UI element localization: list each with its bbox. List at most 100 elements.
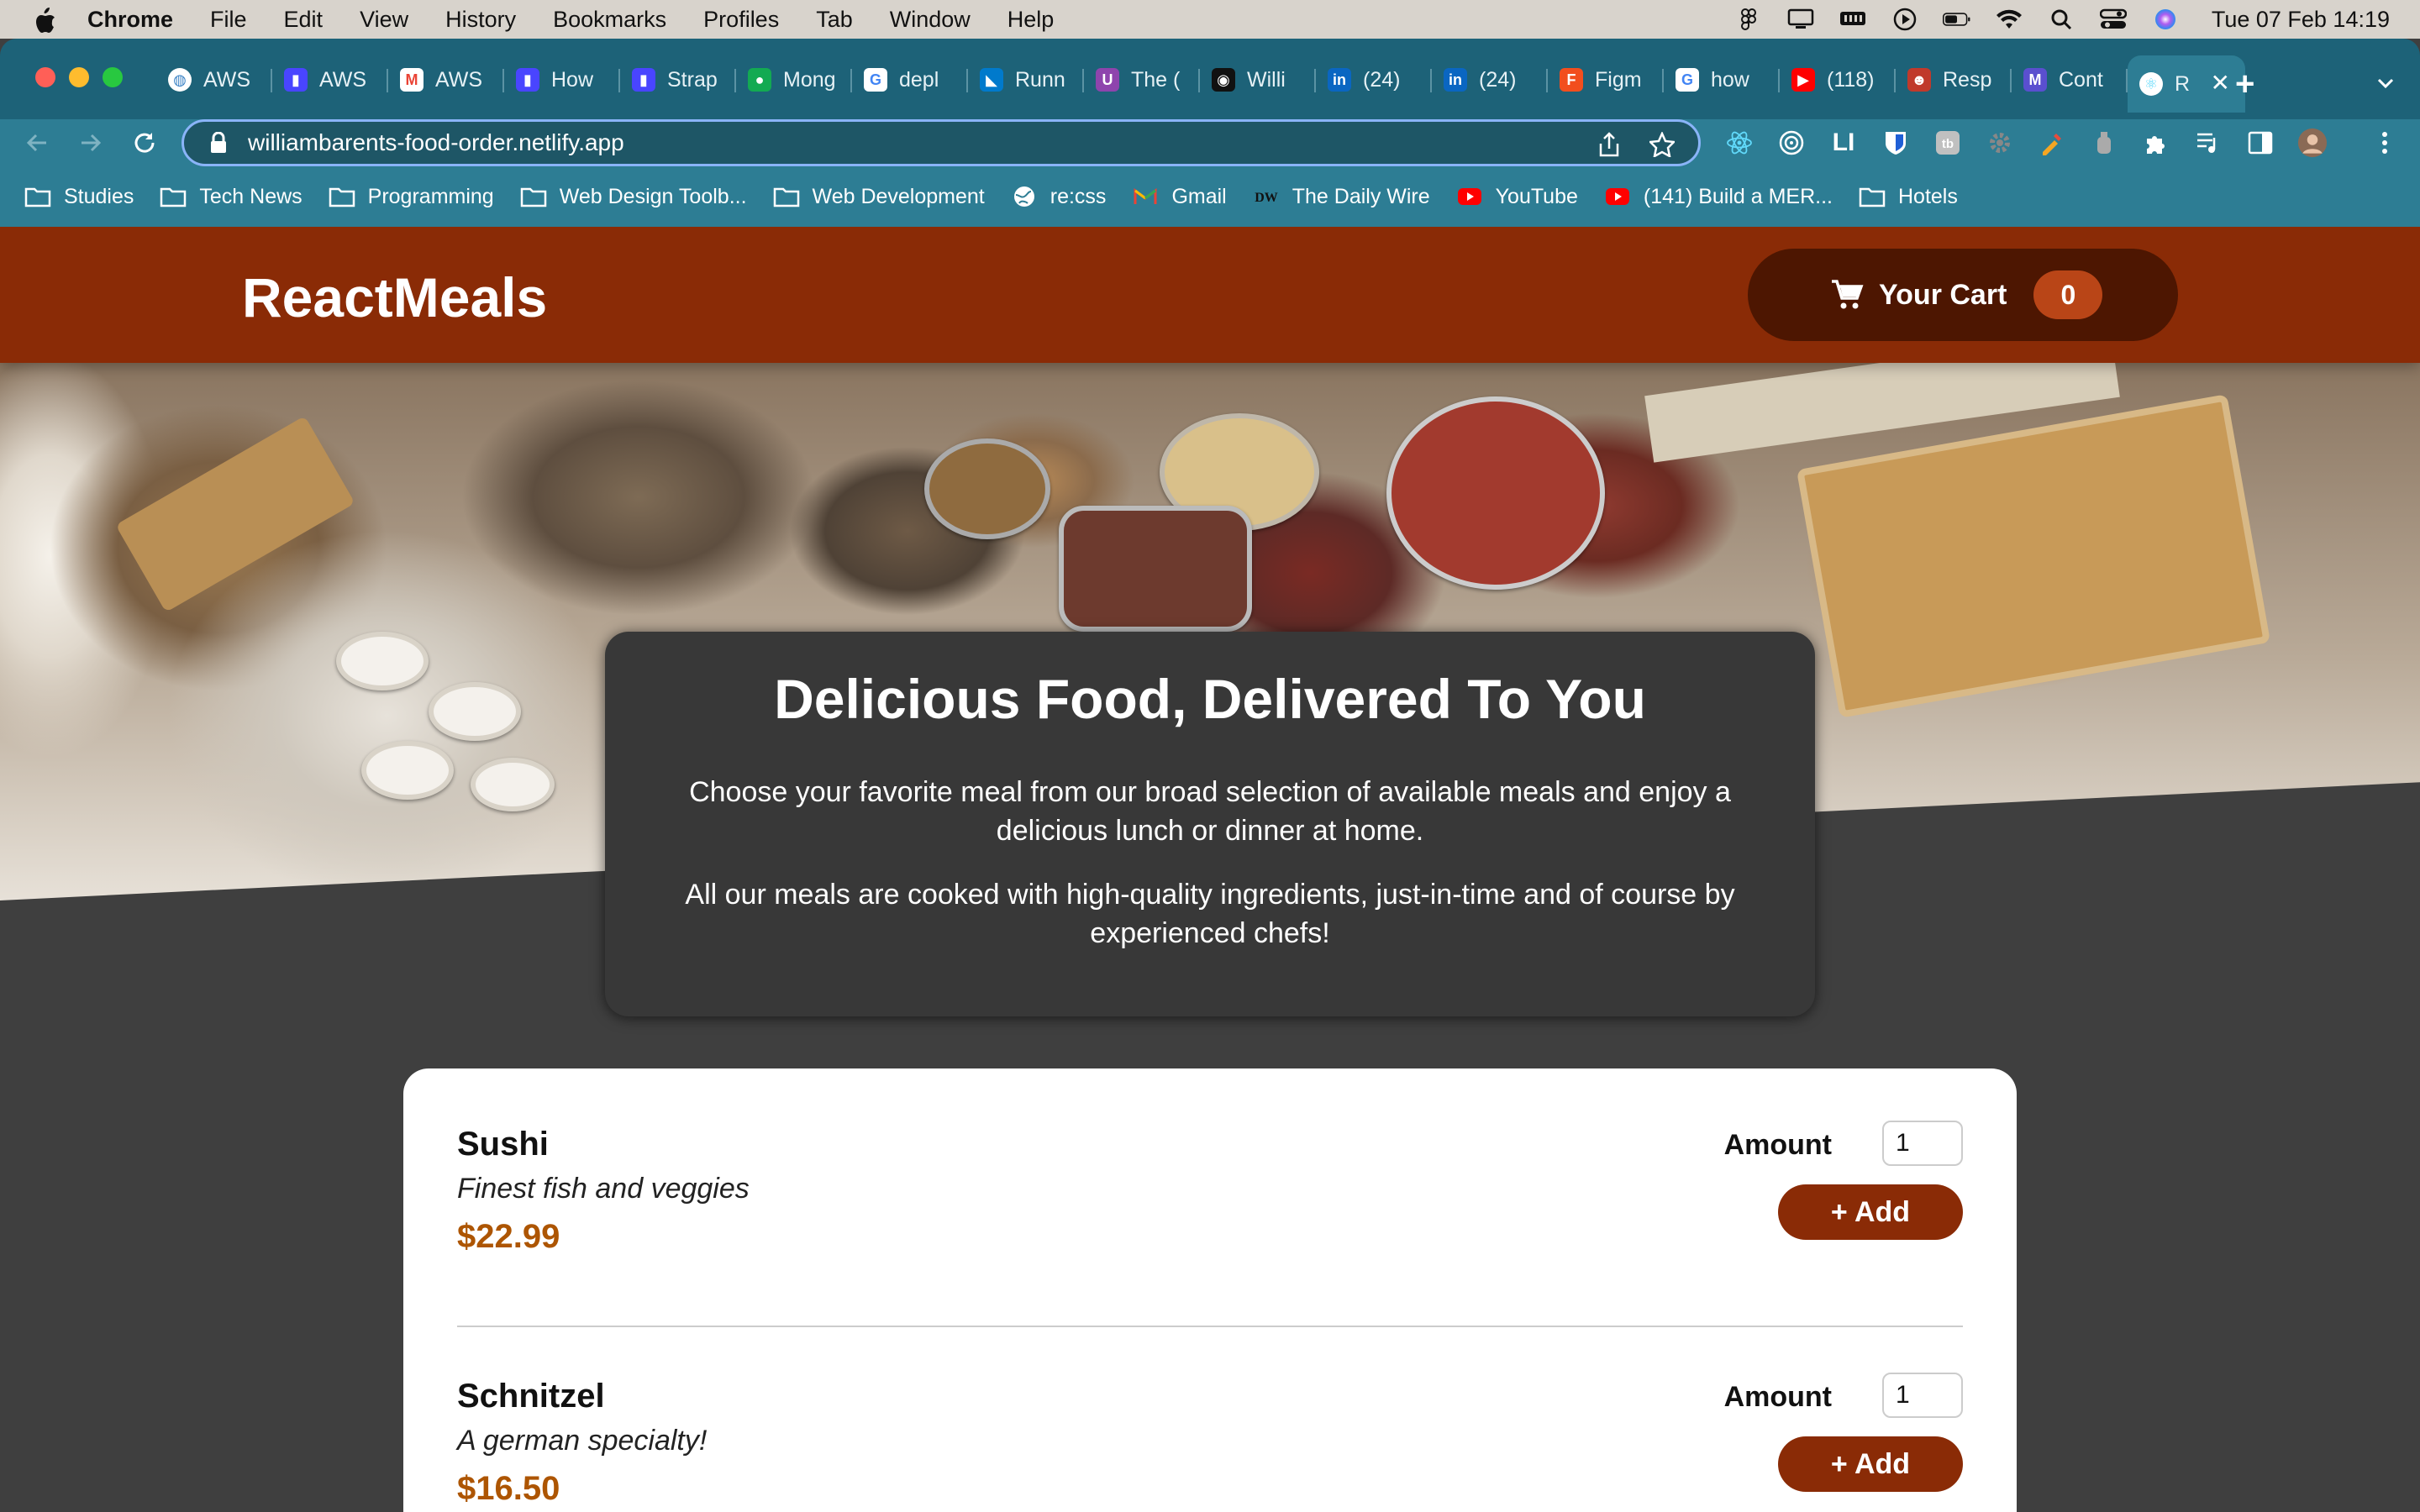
bookmark-item[interactable]: Gmail xyxy=(1131,185,1227,209)
bookmark-item[interactable]: (141) Build a MER... xyxy=(1603,185,1833,209)
tab-8[interactable]: U The ( xyxy=(1084,55,1200,104)
bookmark-item[interactable]: YouTube xyxy=(1455,185,1578,209)
li-extension-icon[interactable]: LI xyxy=(1828,128,1859,158)
bookmark-item[interactable]: Studies xyxy=(24,185,134,209)
control-center-icon[interactable] xyxy=(2099,8,2128,31)
tab-label: depl xyxy=(899,67,939,92)
bookmarks-bar: Studies Tech News Programming Web Design To… xyxy=(0,166,2420,227)
amount-input[interactable]: 1 xyxy=(1882,1373,1963,1418)
tab-14[interactable]: ▶ (118) xyxy=(1780,55,1896,104)
bookmark-item[interactable]: Hotels xyxy=(1858,185,1958,209)
battery-icon[interactable] xyxy=(1942,8,1971,31)
tab-search-chevron-icon[interactable] xyxy=(2376,74,2395,92)
cart-icon xyxy=(1830,278,1864,312)
gmail-icon xyxy=(1131,185,1160,208)
apple-icon[interactable] xyxy=(32,7,57,33)
tab-11[interactable]: in (24) xyxy=(1432,55,1548,104)
memory-icon[interactable] xyxy=(1839,8,1867,31)
menu-app-name[interactable]: Chrome xyxy=(87,7,173,33)
bookmark-star-icon[interactable] xyxy=(1648,130,1676,161)
cart-button[interactable]: Your Cart 0 xyxy=(1748,249,2178,341)
zoom-window-button[interactable] xyxy=(103,67,123,87)
tb-extension-icon[interactable]: tb xyxy=(1933,128,1963,158)
bottle-extension-icon[interactable] xyxy=(2089,128,2119,158)
menu-edit[interactable]: Edit xyxy=(284,7,324,33)
play-icon[interactable] xyxy=(1891,8,1919,31)
tab-2[interactable]: M AWS xyxy=(388,55,504,104)
summary-paragraph: All our meals are cooked with high-quali… xyxy=(685,879,1735,949)
bookmark-item[interactable]: Programming xyxy=(328,185,494,209)
tab-12[interactable]: F Figm xyxy=(1548,55,1664,104)
youtube-icon: ▶ xyxy=(1791,68,1815,92)
browser-toolbar: williambarents-food-order.netlify.app LI… xyxy=(0,119,2420,166)
address-bar[interactable]: williambarents-food-order.netlify.app xyxy=(182,119,1701,166)
display-icon[interactable] xyxy=(1786,8,1815,31)
avatar[interactable] xyxy=(2297,128,2328,158)
reload-icon[interactable] xyxy=(128,126,161,160)
tab-4[interactable]: ▮ Strap xyxy=(620,55,736,104)
platter-shape xyxy=(1386,396,1605,590)
menu-view[interactable]: View xyxy=(360,7,408,33)
tab-1[interactable]: ▮ AWS xyxy=(272,55,388,104)
google-icon: G xyxy=(864,68,887,92)
add-to-cart-button[interactable]: + Add xyxy=(1778,1184,1963,1240)
chrome-menu-icon[interactable] xyxy=(2370,128,2400,158)
tab-3[interactable]: ▮ How xyxy=(504,55,620,104)
tab-16[interactable]: M Cont xyxy=(2012,55,2128,104)
color-picker-icon[interactable] xyxy=(2037,128,2067,158)
bookmark-item[interactable]: Web Development xyxy=(772,185,985,209)
tab-10[interactable]: in (24) xyxy=(1316,55,1432,104)
menu-history[interactable]: History xyxy=(445,7,516,33)
puzzle-extensions-icon[interactable] xyxy=(2141,128,2171,158)
close-window-button[interactable] xyxy=(35,67,55,87)
menu-window[interactable]: Window xyxy=(890,7,971,33)
target-extension-icon[interactable] xyxy=(1776,128,1807,158)
media-control-icon[interactable] xyxy=(2193,128,2223,158)
siri-icon[interactable] xyxy=(2151,8,2180,31)
tab-6[interactable]: Gdepl xyxy=(852,55,968,104)
side-panel-icon[interactable] xyxy=(2245,128,2275,158)
add-to-cart-button[interactable]: + Add xyxy=(1778,1436,1963,1492)
tab-7[interactable]: ◣ Runn xyxy=(968,55,1084,104)
back-arrow-icon[interactable] xyxy=(20,126,54,160)
folder-icon xyxy=(1858,185,1886,208)
tab-label: AWS xyxy=(435,67,483,92)
bookmark-label: The Daily Wire xyxy=(1292,184,1430,208)
forward-arrow-icon[interactable] xyxy=(74,126,108,160)
menu-help[interactable]: Help xyxy=(1007,7,1055,33)
tab-15[interactable]: ☻ Resp xyxy=(1896,55,2012,104)
lock-icon[interactable] xyxy=(209,131,228,154)
search-icon[interactable] xyxy=(2047,8,2075,31)
tab-9[interactable]: ◉ Willi xyxy=(1200,55,1316,104)
meal-name: Sushi xyxy=(457,1126,549,1163)
tab-5[interactable]: ● Mong xyxy=(736,55,852,104)
menu-bookmarks[interactable]: Bookmarks xyxy=(553,7,666,33)
tab-13[interactable]: Ghow xyxy=(1664,55,1780,104)
amount-input[interactable]: 1 xyxy=(1882,1121,1963,1166)
menu-profiles[interactable]: Profiles xyxy=(703,7,779,33)
tab-0[interactable]: ◍ AWS xyxy=(156,55,272,104)
wifi-icon[interactable] xyxy=(1995,8,2023,31)
gear-icon[interactable] xyxy=(1985,128,2015,158)
bookmark-item[interactable]: Tech News xyxy=(159,185,302,209)
url-text[interactable]: williambarents-food-order.netlify.app xyxy=(248,129,624,156)
tab-17[interactable]: ⚛ R ✕ xyxy=(2128,55,2245,113)
menubar-clock[interactable]: Tue 07 Feb 14:19 xyxy=(2212,7,2390,33)
close-tab-icon[interactable]: ✕ xyxy=(2211,71,2230,95)
bitwarden-icon[interactable] xyxy=(1881,128,1911,158)
cup-shape xyxy=(429,682,521,741)
share-icon[interactable] xyxy=(1597,132,1621,161)
minimize-window-button[interactable] xyxy=(69,67,89,87)
menu-file[interactable]: File xyxy=(210,7,247,33)
bookmark-item[interactable]: Web Design Toolb... xyxy=(519,185,747,209)
globe-icon: ◍ xyxy=(168,68,192,92)
new-tab-button[interactable]: + xyxy=(2235,67,2254,101)
figma-status-icon[interactable] xyxy=(1734,8,1763,31)
menu-tab[interactable]: Tab xyxy=(816,7,853,33)
cup-shape xyxy=(471,758,555,811)
folder-icon xyxy=(159,185,187,208)
meal-price: $22.99 xyxy=(457,1218,560,1255)
bookmark-item[interactable]: DW The Daily Wire xyxy=(1252,185,1430,209)
react-devtools-icon[interactable] xyxy=(1724,128,1754,158)
bookmark-item[interactable]: re:css xyxy=(1010,185,1106,209)
